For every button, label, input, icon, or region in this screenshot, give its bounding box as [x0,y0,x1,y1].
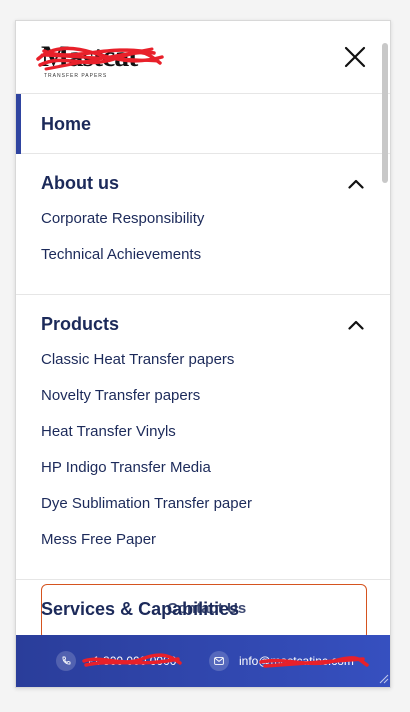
email-redaction-scribble [259,656,369,668]
chevron-up-icon[interactable] [348,179,364,189]
submenu-item-mess-free-paper[interactable]: Mess Free Paper [41,531,390,567]
resize-grip-icon[interactable] [379,674,389,684]
submenu-item-corporate-responsibility[interactable]: Corporate Responsibility [41,210,390,246]
menu-section-products: Products Classic Heat Transfer papers No… [16,295,390,580]
phone-redaction-scribble [82,653,182,667]
menu-item-home-label: Home [41,114,92,134]
submenu-item-hp-indigo[interactable]: HP Indigo Transfer Media [41,459,390,495]
scrollbar-thumb[interactable] [382,43,388,183]
menu-item-about-label: About us [41,173,119,193]
logo-redaction-scribble [36,46,164,71]
chevron-up-icon[interactable] [348,320,364,330]
active-indicator [16,94,21,154]
submenu-item-classic-heat-transfer[interactable]: Classic Heat Transfer papers [41,351,390,387]
email-contact[interactable]: info@mastcatinc.com [209,651,369,671]
menu-item-about-us[interactable]: About us [16,154,390,210]
submenu-item-heat-transfer-vinyls[interactable]: Heat Transfer Vinyls [41,423,390,459]
menu-item-products[interactable]: Products [16,295,390,351]
submenu-item-technical-achievements[interactable]: Technical Achievements [41,246,390,282]
scrollbar[interactable] [382,43,388,183]
contact-footer: +1 800 000 0000 info@mastcatinc.com [16,635,390,687]
mobile-nav-drawer: Mastcat TRANSFER PAPERS Home About us Co… [15,20,391,688]
close-icon [344,46,366,68]
products-submenu: Classic Heat Transfer papers Novelty Tra… [16,351,390,579]
menu-item-home[interactable]: Home [16,94,390,154]
logo-subtitle: TRANSFER PAPERS [44,73,108,79]
close-button[interactable] [344,46,366,68]
drawer-header: Mastcat TRANSFER PAPERS [16,21,390,94]
submenu-item-novelty-transfer[interactable]: Novelty Transfer papers [41,387,390,423]
contact-us-label: Contact Us [167,600,247,617]
submenu-item-dye-sublimation[interactable]: Dye Sublimation Transfer paper [41,495,390,531]
menu-item-products-label: Products [41,314,120,334]
site-logo[interactable]: Mastcat TRANSFER PAPERS [36,39,168,79]
mail-icon [209,651,229,671]
about-submenu: Corporate Responsibility Technical Achie… [16,210,390,294]
nav-menu: Home About us Corporate Responsibility T… [16,94,390,660]
menu-section-about: About us Corporate Responsibility Techni… [16,154,390,295]
phone-contact[interactable]: +1 800 000 0000 [56,651,182,671]
phone-icon [56,651,76,671]
